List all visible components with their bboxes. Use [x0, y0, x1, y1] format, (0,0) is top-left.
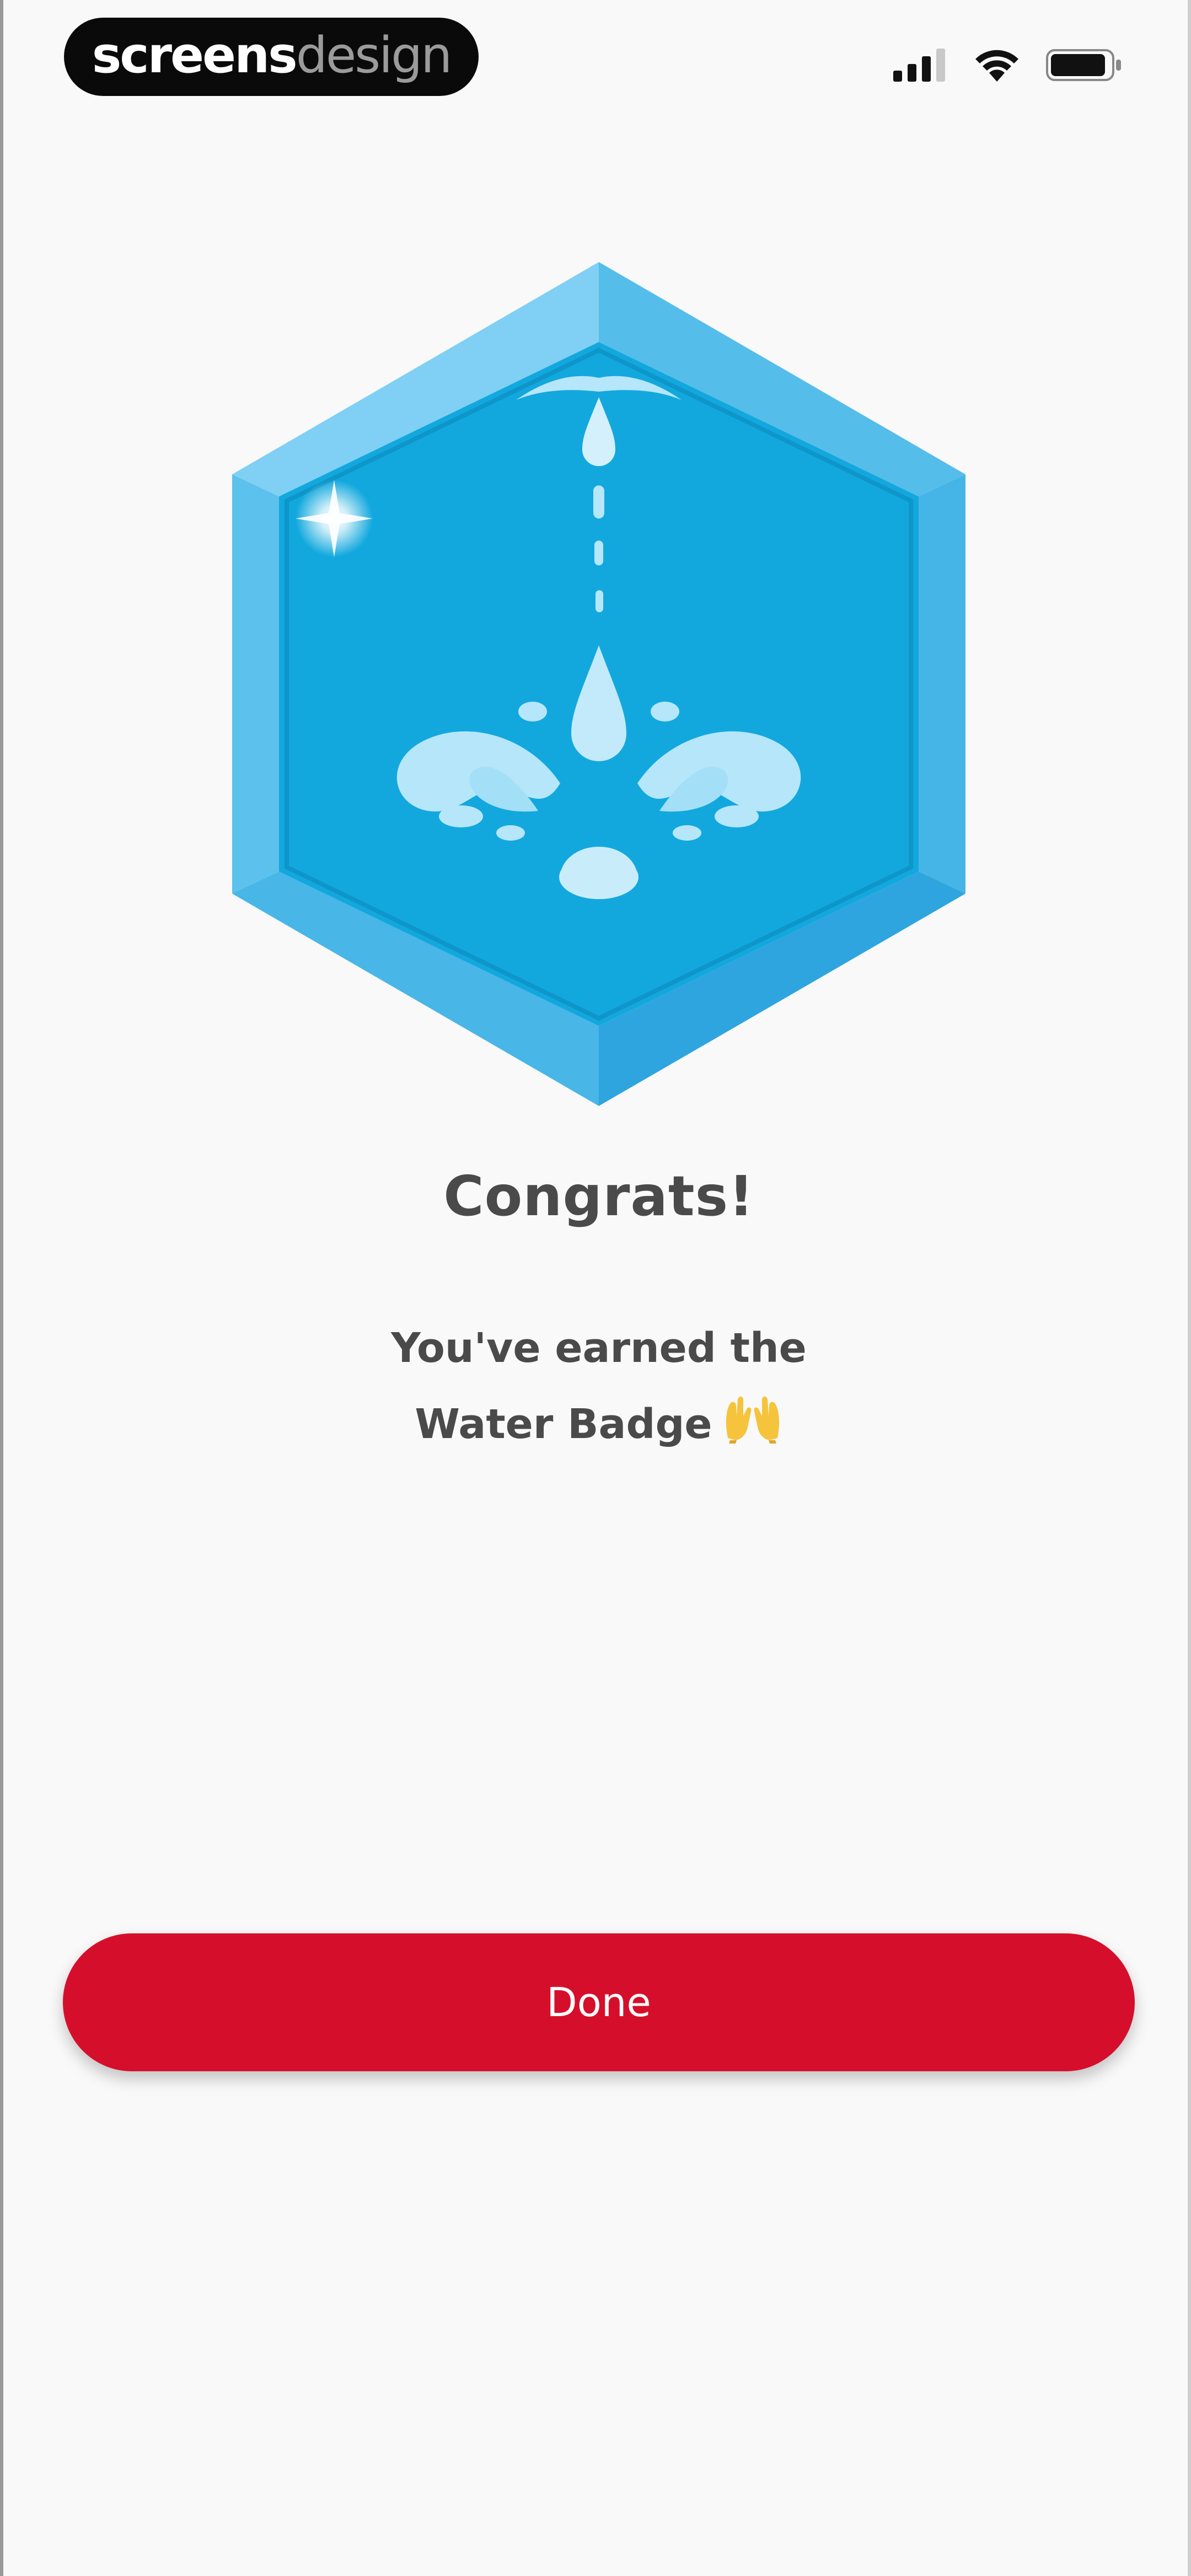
- status-icons: [893, 47, 1123, 83]
- water-badge-icon: [232, 262, 965, 1106]
- raising-hands-icon: [726, 1396, 779, 1444]
- brand-bold-text: screens: [92, 26, 298, 84]
- status-bar: screens design: [3, 0, 1191, 116]
- done-button[interactable]: Done: [63, 1933, 1135, 2071]
- badge-name-text: Water Badge: [415, 1401, 712, 1448]
- screensdesign-logo: screens design: [64, 18, 479, 96]
- badge-earned-screen: screens design Congrats! You've earned t…: [0, 0, 1191, 2576]
- message-line-1: You've earned the: [391, 1324, 807, 1372]
- badge-message: You've earned the Water Badge: [3, 1310, 1191, 1462]
- message-line-2: Water Badge: [3, 1386, 1191, 1462]
- congrats-title: Congrats!: [443, 1164, 754, 1228]
- signal-icon: [893, 49, 945, 82]
- battery-icon: [1046, 49, 1121, 81]
- wifi-icon: [975, 50, 1018, 82]
- brand-light-text: design: [296, 26, 453, 84]
